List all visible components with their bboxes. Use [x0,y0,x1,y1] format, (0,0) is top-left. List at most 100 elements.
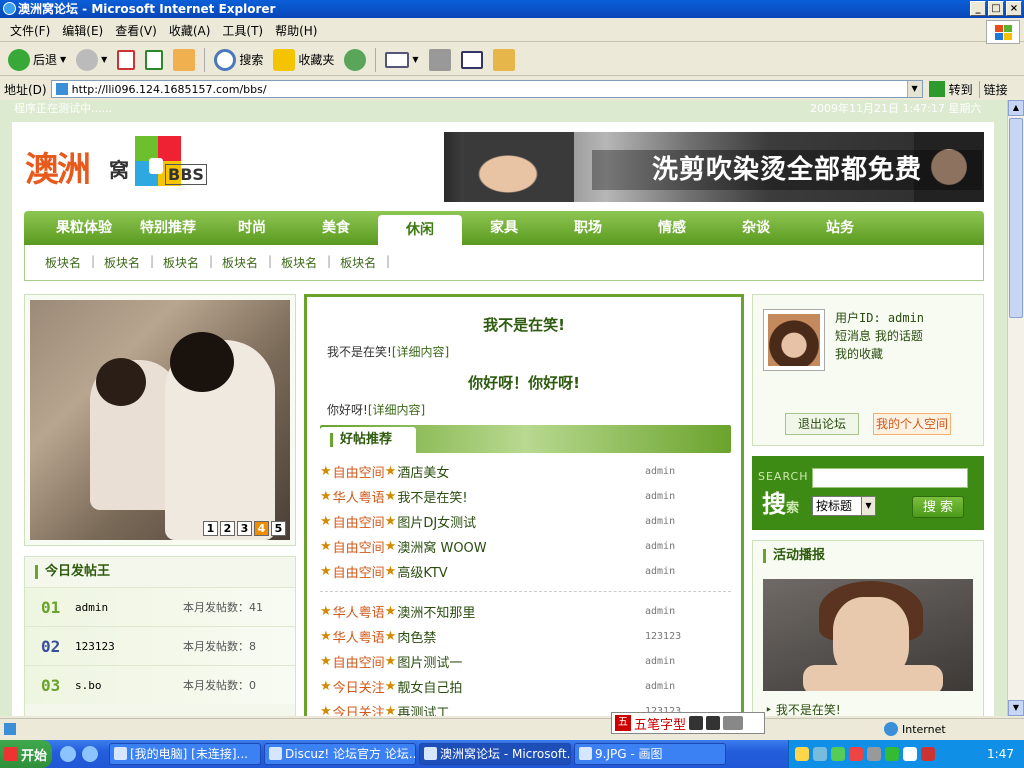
list-item[interactable]: ★ 华人粤语 ★ 我不是在笑! admin [320,484,731,509]
post-title[interactable]: 图片测试一 [397,652,462,671]
subnav-item[interactable]: 板块名 [281,254,331,271]
explorer-quicklaunch-icon[interactable] [82,746,98,762]
address-dropdown-icon[interactable]: ▼ [906,81,922,97]
post-category[interactable]: 自由空间 [333,652,385,671]
taskbar-item-active[interactable]: 澳洲窝论坛 - Microsoft... [419,743,571,765]
post-category[interactable]: 自由空间 [333,537,385,556]
list-item[interactable]: ★ 华人粤语 ★ 肉色禁 123123 [320,624,731,649]
menu-edit[interactable]: 编辑(E) [56,22,109,39]
slider-page[interactable]: 1 [203,521,218,536]
my-topics-link[interactable]: 我的话题 [875,329,923,343]
post-title[interactable]: 我不是在笑! [397,487,467,506]
search-button[interactable]: 搜索 [210,46,267,74]
scroll-thumb[interactable] [1009,118,1023,318]
refresh-button[interactable] [141,46,167,74]
menu-tools[interactable]: 工具(T) [216,22,269,39]
my-favorites-link[interactable]: 我的收藏 [835,345,924,363]
subnav-item[interactable]: 板块名 [163,254,213,271]
post-category[interactable]: 今日关注 [333,677,385,696]
scroll-up-icon[interactable]: ▲ [1008,100,1024,116]
subnav-item[interactable]: 板块名 [340,254,390,271]
search-input[interactable] [812,468,968,488]
close-button[interactable]: × [1006,1,1022,16]
ie-quicklaunch-icon[interactable] [60,746,76,762]
taskbar-item[interactable]: 9.JPG - 画图 [574,743,726,765]
menu-help[interactable]: 帮助(H) [269,22,323,39]
nav-item[interactable]: 果粒体验 [42,211,126,245]
moon-icon[interactable] [689,716,704,730]
nav-item[interactable]: 站务 [798,211,882,245]
nav-item[interactable]: 杂谈 [714,211,798,245]
pm-link[interactable]: 短消息 [835,329,871,343]
messenger-button[interactable] [489,46,519,74]
list-item[interactable]: ★ 自由空间 ★ 酒店美女 admin [320,459,731,484]
taskbar-item[interactable]: [我的电脑] [未连接]... [109,743,261,765]
stop-button[interactable] [113,46,139,74]
punct-icon[interactable] [706,716,721,730]
list-item[interactable]: ★ 自由空间 ★ 澳洲窝 WOOW admin [320,534,731,559]
maximize-button[interactable]: □ [988,1,1004,16]
search-submit-button[interactable]: 搜 索 [912,496,964,518]
forward-button[interactable]: ▼ [72,46,111,74]
post-title[interactable]: 再测试工 [397,702,449,716]
ime-toolbar[interactable]: 五 五笔字型 [611,712,765,734]
edit-button[interactable] [457,46,487,74]
slider-page-active[interactable]: 4 [254,521,269,536]
post-category[interactable]: 华人粤语 [333,487,385,506]
post-category[interactable]: 华人粤语 [333,627,385,646]
post-author[interactable]: admin [645,516,675,527]
history-button[interactable] [340,46,370,74]
headline-title[interactable]: 我不是在笑! [307,314,741,335]
post-author[interactable]: admin [645,606,675,617]
slider-page[interactable]: 5 [271,521,286,536]
post-title[interactable]: 澳洲窝 WOOW [397,537,486,556]
post-title[interactable]: 酒店美女 [397,462,449,481]
detail-link[interactable]: [详细内容] [368,403,425,417]
search-type-select[interactable]: 按标题 ▼ [812,496,876,516]
back-button[interactable]: 后退 ▼ [4,46,70,74]
post-author[interactable]: admin [645,491,675,502]
slider-photo[interactable]: 1 2 3 4 5 [30,300,290,540]
post-title[interactable]: 靓女自己拍 [397,677,462,696]
list-item[interactable]: 03 s.bo 本月发帖数：0 [25,665,295,704]
nav-item[interactable]: 职场 [546,211,630,245]
nav-item[interactable]: 特别推荐 [126,211,210,245]
post-category[interactable]: 今日关注 [333,702,385,716]
subnav-item[interactable]: 板块名 [222,254,272,271]
activity-photo[interactable] [763,579,973,691]
mail-button[interactable]: ▼ [381,46,422,74]
favorites-button[interactable]: 收藏夹 [269,46,338,74]
list-item[interactable]: ★ 今日关注 ★ 靓女自己拍 admin [320,674,731,699]
post-category[interactable]: 自由空间 [333,462,385,481]
print-button[interactable] [425,46,455,74]
nav-item[interactable]: 美食 [294,211,378,245]
activity-caption[interactable]: ‣ 我不是在笑! [765,701,841,716]
menu-file[interactable]: 文件(F) [4,22,56,39]
top-banner[interactable]: 洗剪吹染烫全部都免费 [444,132,984,202]
post-category[interactable]: 自由空间 [333,512,385,531]
nav-item[interactable]: 时尚 [210,211,294,245]
post-author[interactable]: admin [645,541,675,552]
detail-link[interactable]: [详细内容] [392,345,449,359]
list-item[interactable]: ★ 华人粤语 ★ 澳洲不知那里 admin [320,599,731,624]
post-title[interactable]: 高级KTV [397,562,447,581]
go-button[interactable]: 转到 [923,81,979,98]
tray-icon[interactable] [921,747,935,761]
tray-icon[interactable] [831,747,845,761]
tray-icon[interactable] [903,747,917,761]
logout-button[interactable]: 退出论坛 [785,413,859,435]
nav-item[interactable]: 家具 [462,211,546,245]
list-item[interactable]: ★ 自由空间 ★ 图片测试一 admin [320,649,731,674]
post-author[interactable]: admin [645,466,675,477]
list-item[interactable]: ★ 自由空间 ★ 高级KTV admin [320,559,731,584]
post-author[interactable]: admin [645,566,675,577]
my-space-button[interactable]: 我的个人空间 [873,413,951,435]
address-input[interactable]: http://lli096.124.1685157.com/bbs/ ▼ [50,80,923,98]
nav-item[interactable]: 情感 [630,211,714,245]
slider-page[interactable]: 3 [237,521,252,536]
tray-icon[interactable] [867,747,881,761]
slider-page[interactable]: 2 [220,521,235,536]
subnav-item[interactable]: 板块名 [45,254,95,271]
post-title[interactable]: 图片DJ女测试 [397,512,476,531]
start-button[interactable]: 开始 [0,740,52,768]
